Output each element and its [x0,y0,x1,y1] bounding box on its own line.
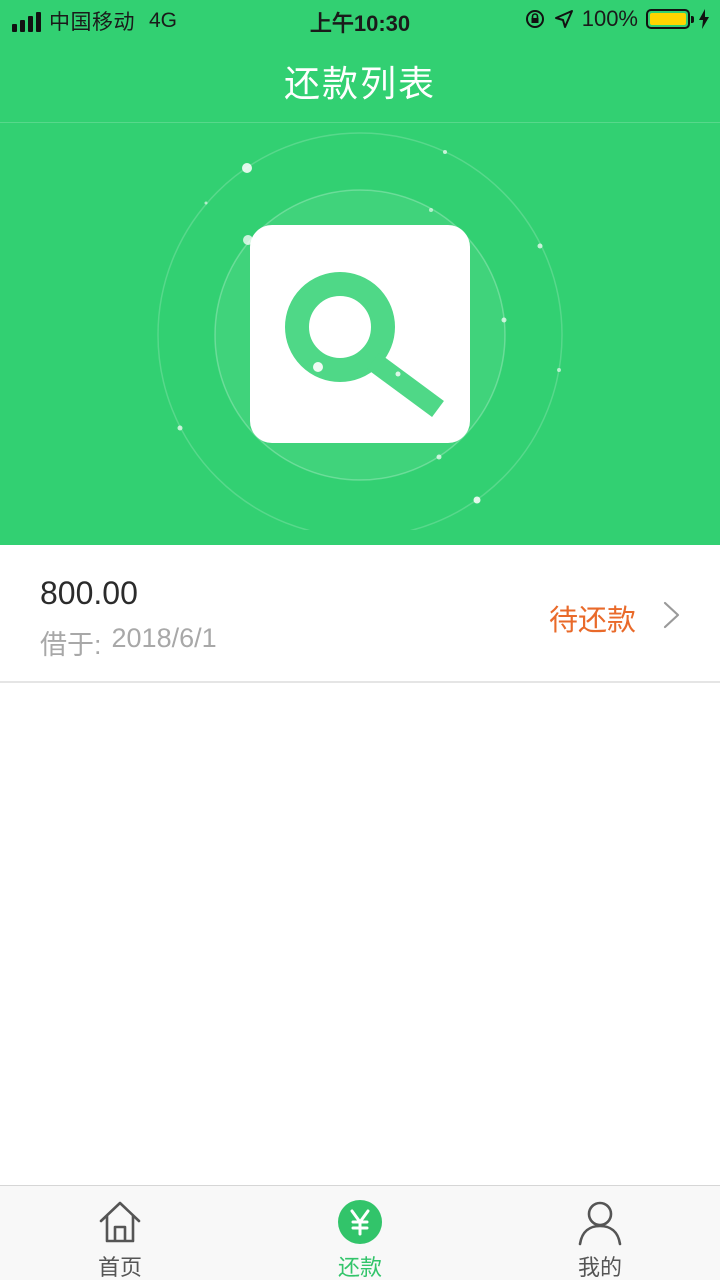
search-illustration [157,132,563,530]
yen-icon [338,1200,382,1244]
tab-home-label: 首页 [97,1255,142,1280]
status-bar: 中国移动 4G 上午10:30 100% [0,0,720,40]
header-hero: 中国移动 4G 上午10:30 100% 还款列表 [0,0,720,545]
battery-icon [646,9,694,29]
chevron-right-icon [663,601,680,629]
tab-repayment[interactable]: 还款 [240,1186,480,1280]
battery-percent: 100% [581,6,638,31]
record-date: 2018/6/1 [111,623,217,653]
record-date-label: 借于: [40,630,102,660]
home-icon [99,1201,141,1243]
record-status: 待还款 [548,605,636,637]
person-icon [578,1201,622,1246]
page-title: 还款列表 [283,63,436,104]
record-amount: 800.00 [40,575,138,611]
location-icon [554,10,573,28]
tab-repayment-label: 还款 [337,1255,382,1280]
repayment-record-row[interactable]: 800.00 借于: 2018/6/1 待还款 [0,545,720,683]
status-right: 100% [524,6,710,32]
header-divider [0,122,720,123]
tab-home[interactable]: 首页 [0,1186,240,1280]
screen: 中国移动 4G 上午10:30 100% 还款列表 800.00 借于: 201… [0,0,720,1280]
tab-mine-label: 我的 [577,1255,622,1280]
orientation-lock-icon [525,10,544,28]
tab-bar: 首页 还款 我的 [0,1185,720,1280]
record-date-row: 借于: 2018/6/1 [40,623,217,662]
tab-mine[interactable]: 我的 [480,1186,720,1280]
charging-icon [699,9,709,29]
